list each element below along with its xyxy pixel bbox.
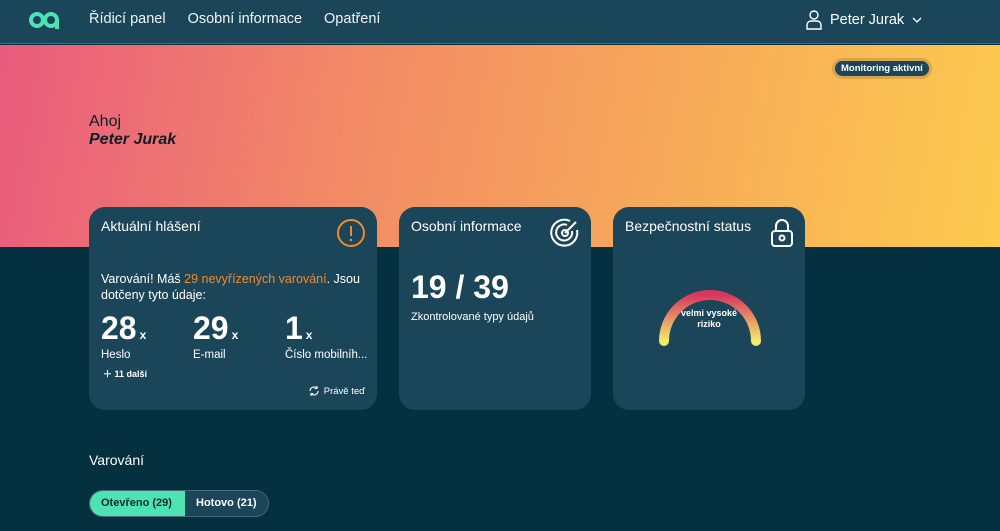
user-name: Peter Jurak (830, 12, 905, 28)
more-button[interactable]: ＋ 11 další (103, 367, 147, 380)
stat-suffix: x (139, 328, 147, 342)
nav-measures[interactable]: Opatření (324, 11, 380, 27)
chevron-down-icon (912, 17, 922, 23)
alert-message: Varování! Máš 29 nevyřízených varování. … (101, 271, 371, 303)
stat-suffix: x (305, 328, 313, 342)
risk-label-line1: velmi vysoké (680, 308, 738, 318)
stat-value: 1 (285, 310, 303, 346)
nav-personal-info[interactable]: Osobní informace (188, 11, 302, 27)
refresh-icon (309, 386, 319, 396)
user-icon (806, 10, 822, 30)
checked-caption: Zkontrolované typy údajů (411, 311, 534, 323)
more-label: 11 další (114, 369, 148, 379)
risk-label: velmi vysoké riziko (613, 308, 805, 330)
monitoring-badge: Monitoring aktivní (835, 61, 929, 76)
radar-icon (550, 218, 579, 247)
alerts-title: Aktuální hlášení (101, 218, 201, 234)
plus-icon: ＋ (103, 369, 115, 379)
alert-icon (337, 219, 365, 247)
checked-count: 19 / 39 (411, 269, 509, 305)
stat-label: Heslo (101, 349, 131, 361)
stat-value: 28 (101, 310, 137, 346)
stat-phone[interactable]: 1 x Číslo mobilníh... (285, 310, 377, 361)
pending-alerts-link[interactable]: 29 nevyřízených varování (184, 272, 326, 286)
stat-label: E-mail (193, 349, 226, 361)
lock-icon (771, 219, 793, 247)
warnings-heading: Varování (89, 452, 144, 468)
alerts-card: Aktuální hlášení Varování! Máš 29 nevyří… (89, 207, 377, 410)
top-nav: Řídicí panel Osobní informace Opatření P… (0, 0, 1000, 44)
stat-label: Číslo mobilníh... (285, 349, 368, 361)
last-updated: Právě teď (308, 385, 365, 397)
stat-password[interactable]: 28 x Heslo (101, 310, 193, 361)
logo-icon[interactable] (29, 10, 61, 30)
user-menu[interactable]: Peter Jurak (806, 10, 922, 30)
greeting: Ahoj Peter Jurak (89, 113, 176, 149)
stat-suffix: x (231, 328, 239, 342)
last-updated-text: Právě teď (323, 385, 365, 397)
risk-label-line2: riziko (697, 319, 721, 329)
warnings-tabs: Otevřeno (29) Hotovo (21) (89, 490, 269, 517)
security-title: Bezpečnostní status (625, 218, 752, 234)
stat-email[interactable]: 29 x E-mail (193, 310, 285, 361)
greeting-text: Ahoj (89, 113, 122, 130)
security-status-card[interactable]: Bezpečnostní status velmi vysoké riziko (613, 207, 805, 410)
alert-message-prefix: Varování! Máš (101, 272, 185, 286)
nav-dashboard[interactable]: Řídicí panel (89, 11, 166, 27)
greeting-name: Peter Jurak (89, 131, 177, 148)
tab-open[interactable]: Otevřeno (29) (90, 491, 185, 516)
tab-done[interactable]: Hotovo (21) (185, 491, 268, 516)
stat-value: 29 (193, 310, 229, 346)
personal-info-card[interactable]: Osobní informace 19 / 39 Zkontrolované t… (399, 207, 591, 410)
